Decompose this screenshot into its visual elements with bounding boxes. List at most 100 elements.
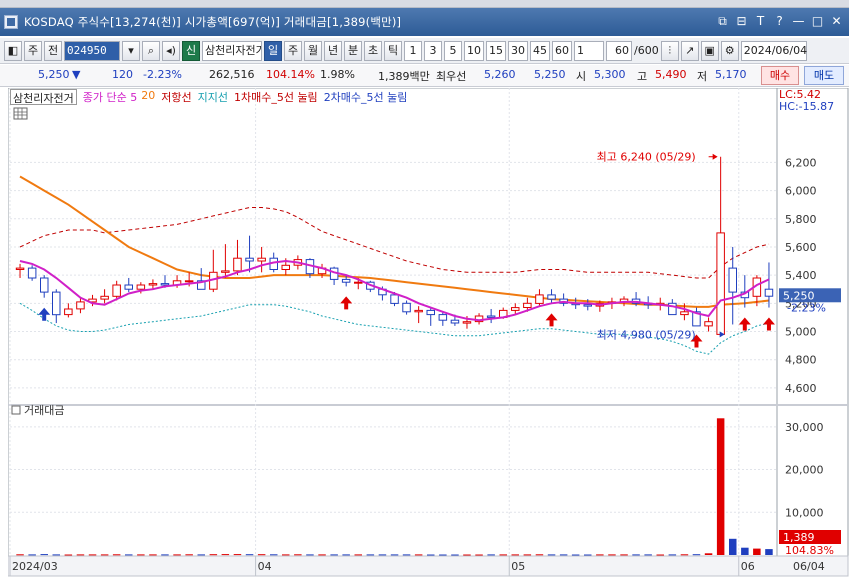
volume-bar xyxy=(511,554,519,556)
maximize-button[interactable]: □ xyxy=(809,13,826,30)
stock-code-input[interactable]: 024950 xyxy=(64,40,120,61)
price-chart[interactable]: 4,6004,8005,0005,2005,4005,6005,8006,000… xyxy=(8,88,849,578)
interval-5[interactable]: 5 xyxy=(444,40,462,61)
interval-15[interactable]: 15 xyxy=(486,40,506,61)
code-dropdown-icon[interactable]: ▾ xyxy=(122,40,140,61)
volume-bar xyxy=(149,554,157,556)
volume-bar xyxy=(644,554,652,556)
legend-ma20[interactable]: 20 xyxy=(141,89,155,105)
bar-count-input[interactable]: 60 xyxy=(606,40,632,61)
volume-bar xyxy=(668,554,677,556)
minimize-button[interactable]: — xyxy=(790,13,807,30)
buy-button[interactable]: 매수 xyxy=(761,66,799,85)
trade-amount: 1,389백만 xyxy=(378,70,430,83)
volume-tick-label: 20,000 xyxy=(785,464,824,477)
candle-body xyxy=(462,321,472,324)
candle-body xyxy=(402,302,411,313)
candle-body xyxy=(450,319,460,324)
candle-body xyxy=(535,294,544,304)
sell-button[interactable]: 매도 xyxy=(804,66,844,85)
period-minute-tab[interactable]: 분 xyxy=(344,40,362,61)
help-icon[interactable]: ? xyxy=(771,13,788,30)
candle-body xyxy=(281,264,290,271)
candle-body xyxy=(704,321,713,327)
top-menu-strip xyxy=(0,0,849,8)
legend-stock-name[interactable]: 삼천리자전거 xyxy=(10,89,77,105)
legend-resistance[interactable]: 저항선 xyxy=(161,89,191,105)
volume-bar xyxy=(729,538,737,555)
interval-10[interactable]: 10 xyxy=(464,40,484,61)
legend-buy1[interactable]: 1차매수_5선 눌림 xyxy=(234,89,318,105)
candle-body xyxy=(547,294,556,300)
volume-bar xyxy=(499,554,507,556)
interval-30[interactable]: 30 xyxy=(508,40,528,61)
candle-body xyxy=(341,278,351,283)
candle-body xyxy=(426,309,435,316)
volume-bar xyxy=(209,554,218,556)
volume-tick-label: 30,000 xyxy=(785,421,824,434)
link-window-icon[interactable]: ⧉ xyxy=(714,13,731,30)
volume-bar xyxy=(390,554,399,556)
turnover-rate: 1.98% xyxy=(320,68,355,81)
period-month-tab[interactable]: 월 xyxy=(304,40,322,61)
interval-1[interactable]: 1 xyxy=(404,40,422,61)
chart-toolbar: ◧ 주 전 024950 ▾ ⌕ ◂) 신 삼천리자전거 일 주 월 년 분 초… xyxy=(0,38,849,64)
price-tick-label: 4,600 xyxy=(785,382,817,395)
period-second-tab[interactable]: 초 xyxy=(364,40,382,61)
interval-3[interactable]: 3 xyxy=(424,40,442,61)
volume-bar xyxy=(608,554,616,556)
bar-count-total: /600 xyxy=(634,44,659,57)
volume-bar xyxy=(125,554,133,556)
all-stock-button[interactable]: 전 xyxy=(44,40,62,61)
layout-icon[interactable]: ⊟ xyxy=(733,13,750,30)
period-tick-tab[interactable]: 틱 xyxy=(384,40,402,61)
interval-60[interactable]: 60 xyxy=(552,40,572,61)
candle-body xyxy=(764,288,774,297)
legend-ma5[interactable]: 종가 단순 5 xyxy=(83,89,137,105)
gear-icon[interactable]: ⚙ xyxy=(720,40,739,61)
period-year-tab[interactable]: 년 xyxy=(324,40,342,61)
close-button[interactable]: ✕ xyxy=(828,13,845,30)
trend-tool-icon[interactable]: ↗ xyxy=(680,40,699,61)
interval-45[interactable]: 45 xyxy=(530,40,550,61)
high-label: 고 xyxy=(637,70,648,83)
open-label: 시 xyxy=(576,70,587,83)
volume-bar xyxy=(294,554,302,556)
search-icon[interactable]: ⌕ xyxy=(142,40,160,61)
volume-bar xyxy=(716,418,725,555)
last-pct-tag-text: -2.23% xyxy=(787,301,826,314)
price-change: 120 xyxy=(112,68,133,81)
candle-body xyxy=(438,314,448,321)
volume-bar xyxy=(753,548,761,555)
save-icon[interactable]: ▣ xyxy=(700,40,719,61)
best-bid: 5,250 xyxy=(534,68,566,81)
volume-bar xyxy=(52,554,60,556)
volume-bar xyxy=(559,554,568,556)
price-tick-label: 5,400 xyxy=(785,269,817,282)
candle-body xyxy=(112,284,121,297)
panel-toggle-icon[interactable]: ◧ xyxy=(4,40,22,61)
volume-bar xyxy=(318,554,326,556)
period-week-tab[interactable]: 주 xyxy=(284,40,302,61)
unit-select[interactable]: 1 xyxy=(574,40,604,61)
price-tick-label: 5,600 xyxy=(785,241,817,254)
chart-tools-icon[interactable]: ⫶ xyxy=(660,40,679,61)
last-amount-pct-text: 104.83% xyxy=(785,544,834,557)
date-input[interactable]: 2024/06/04 xyxy=(740,40,807,61)
legend-buy2[interactable]: 2차매수_5선 눌림 xyxy=(324,89,408,105)
legend-support[interactable]: 지지선 xyxy=(198,89,228,105)
best-ask: 5,260 xyxy=(484,68,516,81)
price-tick-label: 5,000 xyxy=(785,326,817,339)
grid-toggle-icon xyxy=(13,107,28,120)
volume-bar xyxy=(656,554,664,556)
x-axis-bar xyxy=(8,555,849,577)
font-size-icon[interactable]: T xyxy=(752,13,769,30)
candle-body xyxy=(716,232,725,335)
low-price: 5,170 xyxy=(715,68,747,81)
volume-panel-box-icon xyxy=(11,405,21,415)
stock-type-select[interactable]: 주 xyxy=(24,40,42,61)
volume-bar xyxy=(741,547,749,555)
volume-bar xyxy=(680,554,689,556)
period-day-tab[interactable]: 일 xyxy=(264,40,282,61)
speaker-icon[interactable]: ◂) xyxy=(162,40,180,61)
